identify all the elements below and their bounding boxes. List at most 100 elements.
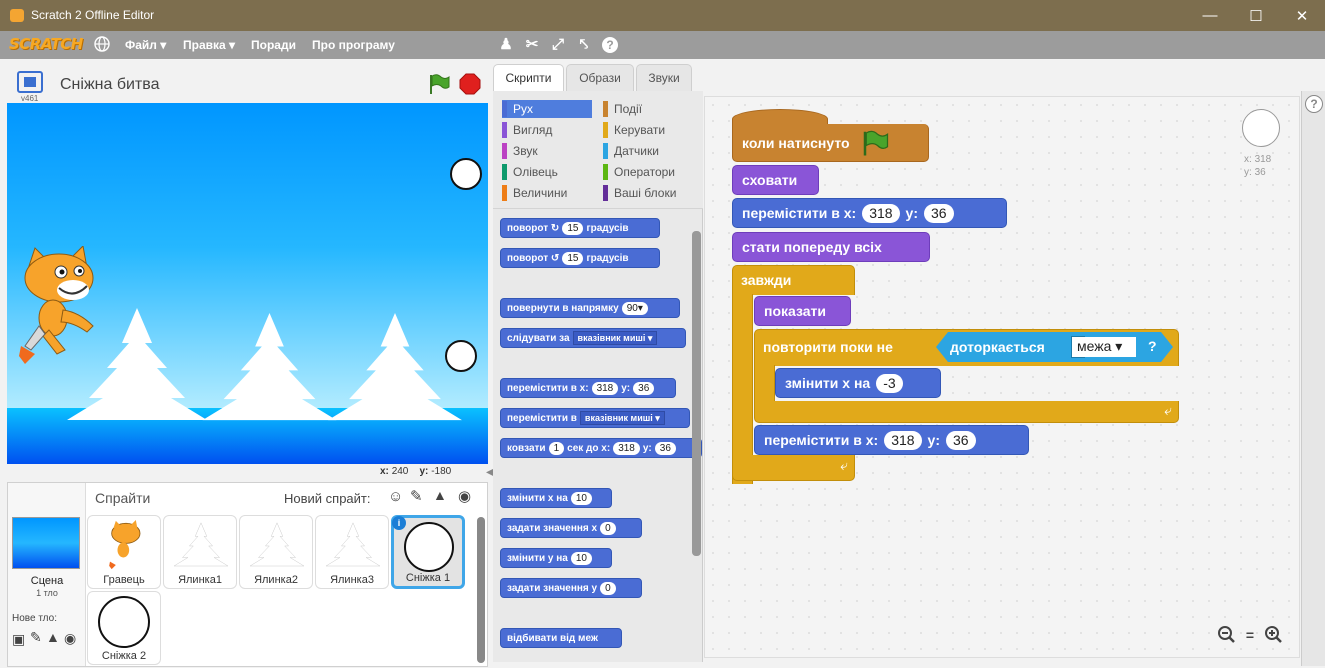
category-motion[interactable]: Рух: [502, 100, 592, 118]
block-change-y[interactable]: змінити y на 10: [500, 548, 612, 568]
menu-bar: SCRATCH Файл ▾ Правка ▾ Поради Про прогр…: [0, 31, 1325, 59]
block-palette: Рух Вигляд Звук Олівець Величини Події К…: [493, 91, 703, 662]
scratch-logo[interactable]: SCRATCH: [9, 35, 83, 53]
green-flag-icon[interactable]: [427, 73, 451, 95]
category-data[interactable]: Величини: [502, 184, 592, 202]
block-turn-right[interactable]: поворот ↻ 15 градусів: [500, 218, 660, 238]
new-backdrop-label: Нове тло:: [12, 613, 57, 624]
stage-canvas[interactable]: [7, 103, 488, 464]
presentation-mode-icon[interactable]: [17, 71, 43, 93]
green-flag-icon: [863, 130, 888, 155]
stage-mouse-coords: x: 240 y: -180: [380, 466, 452, 477]
category-sensing[interactable]: Датчики: [603, 142, 698, 160]
block-turn-left[interactable]: поворот ↺ 15 градусів: [500, 248, 660, 268]
block-go-to-front[interactable]: стати попереду всіх: [732, 232, 930, 262]
repeat-until-label: повторити поки не: [763, 339, 893, 355]
tips-help-icon[interactable]: ?: [1305, 95, 1323, 113]
backdrop-library-icon[interactable]: ▣: [12, 631, 25, 648]
info-icon[interactable]: i: [392, 516, 406, 530]
zoom-out-icon[interactable]: [1216, 625, 1236, 645]
forever-bottom: ⤶: [732, 455, 855, 481]
snowball-sprite[interactable]: [450, 158, 482, 190]
cat-thumbnail-icon: [109, 520, 141, 570]
menu-edit[interactable]: Правка ▾: [183, 38, 235, 52]
sprites-scrollbar[interactable]: [477, 517, 485, 663]
minimize-button[interactable]: —: [1187, 0, 1233, 31]
paint-brush-icon[interactable]: ✎: [30, 629, 42, 646]
help-icon[interactable]: ?: [601, 36, 619, 54]
block-set-x[interactable]: задати значення x0: [500, 518, 642, 538]
block-hide[interactable]: сховати: [732, 165, 819, 195]
sprite-tile-player[interactable]: Гравець: [87, 515, 161, 589]
menu-about[interactable]: Про програму: [312, 38, 395, 52]
tips-sidebar: ?: [1301, 91, 1325, 666]
sprite-tile-tree2[interactable]: Ялинка2: [239, 515, 313, 589]
category-sound[interactable]: Звук: [502, 142, 592, 160]
close-button[interactable]: ✕: [1279, 0, 1325, 31]
rotate-right-icon: ↻: [550, 222, 560, 234]
sprite-x-readout: x: 318: [1244, 154, 1272, 165]
tree-sprite[interactable]: [202, 313, 337, 423]
palette-scroll-thumb[interactable]: [692, 231, 701, 556]
project-title-field[interactable]: Сніжна битва: [60, 76, 159, 94]
block-goto-xy-2[interactable]: перемістити в x: 318 y: 36: [754, 425, 1029, 455]
script-area[interactable]: коли натиснуто сховати перемістити в x: 3…: [704, 96, 1300, 658]
block-point-towards[interactable]: слідувати за вказівник миші ▾: [500, 328, 686, 348]
block-point-direction[interactable]: повернути в напрямку 90▾: [500, 298, 680, 318]
paint-sprite-icon[interactable]: ✎: [410, 487, 423, 505]
block-goto-xy[interactable]: перемістити в x: 318 y: 36: [500, 378, 676, 398]
rotate-left-icon: ↺: [550, 252, 560, 264]
category-events[interactable]: Події: [603, 100, 698, 118]
block-bounce[interactable]: відбивати від меж: [500, 628, 622, 648]
category-control[interactable]: Керувати: [603, 121, 698, 139]
delete-scissors-icon[interactable]: ✂: [523, 36, 541, 54]
block-when-flag-clicked[interactable]: коли натиснуто: [732, 124, 929, 162]
block-touching[interactable]: доторкається межа ▾ ?: [936, 332, 1173, 362]
sprites-scroll-thumb[interactable]: [477, 517, 485, 663]
camera-sprite-icon[interactable]: ◉: [458, 487, 471, 505]
block-goto-target[interactable]: перемістити в вказівник миші ▾: [500, 408, 690, 428]
block-change-x[interactable]: змінити x на 10: [500, 488, 612, 508]
upload-icon[interactable]: ▲: [46, 629, 60, 645]
cat-sprite[interactable]: [17, 246, 97, 366]
camera-icon[interactable]: ◉: [64, 630, 76, 647]
grow-icon[interactable]: ⤢: [549, 36, 567, 54]
tab-sounds[interactable]: Звуки: [636, 64, 692, 91]
version-label: v461: [21, 94, 39, 103]
duplicate-stamp-icon[interactable]: ♟: [497, 36, 515, 54]
zoom-reset-icon[interactable]: =: [1240, 625, 1260, 645]
stage-thumbnail[interactable]: [12, 517, 80, 569]
block-change-x[interactable]: змінити x на -3: [775, 368, 941, 398]
sprite-y-readout: y: 36: [1244, 167, 1266, 178]
loop-arrow-icon: ⤶: [840, 457, 848, 473]
palette-scrollbar[interactable]: [692, 231, 701, 556]
sprite-library-icon[interactable]: ☺: [388, 488, 403, 505]
window-titlebar: Scratch 2 Offline Editor — ☐ ✕: [0, 0, 1325, 31]
block-show[interactable]: показати: [754, 296, 851, 326]
tree-sprite[interactable]: [325, 313, 465, 423]
block-goto-xy[interactable]: перемістити в x: 318 y: 36: [732, 198, 1007, 228]
category-more-blocks[interactable]: Ваші блоки: [603, 184, 698, 202]
tree-thumbnail-icon: [174, 522, 228, 567]
menu-tips[interactable]: Поради: [251, 38, 296, 52]
upload-sprite-icon[interactable]: ▲: [433, 487, 447, 503]
sprite-tile-snowball2[interactable]: Сніжка 2: [87, 591, 161, 665]
block-set-y[interactable]: задати значення y0: [500, 578, 642, 598]
maximize-button[interactable]: ☐: [1233, 0, 1279, 31]
sprite-tile-tree1[interactable]: Ялинка1: [163, 515, 237, 589]
category-looks[interactable]: Вигляд: [502, 121, 592, 139]
snowball-thumbnail-icon: [404, 522, 454, 572]
zoom-in-icon[interactable]: [1263, 625, 1283, 645]
category-operators[interactable]: Оператори: [603, 163, 698, 181]
stop-sign-icon[interactable]: [459, 73, 481, 95]
category-pen[interactable]: Олівець: [502, 163, 592, 181]
sprite-tile-snowball1[interactable]: i Сніжка 1: [391, 515, 465, 589]
repeat-arm: [754, 365, 775, 405]
globe-icon[interactable]: [93, 36, 111, 54]
block-glide[interactable]: ковзати 1 сек до x: 318 y: 36: [500, 438, 702, 458]
tab-scripts[interactable]: Скрипти: [493, 64, 564, 92]
shrink-icon[interactable]: ⤣: [575, 36, 593, 54]
tab-costumes[interactable]: Образи: [566, 64, 634, 91]
menu-file[interactable]: Файл ▾: [125, 38, 166, 52]
sprite-tile-tree3[interactable]: Ялинка3: [315, 515, 389, 589]
